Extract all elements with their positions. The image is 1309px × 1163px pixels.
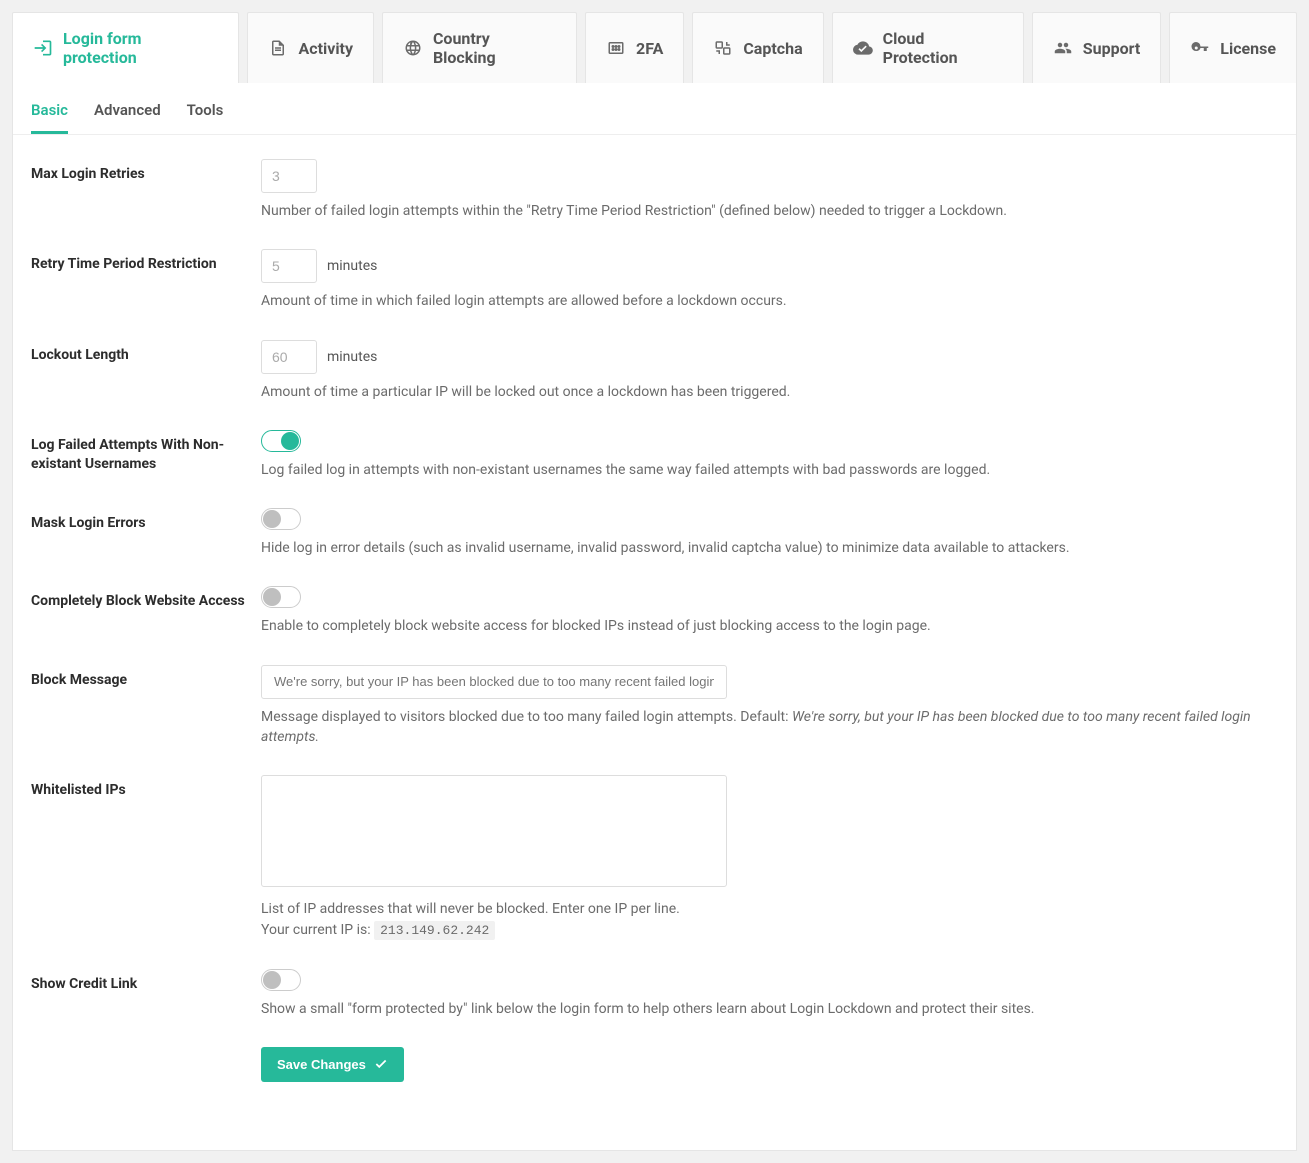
login-icon [33, 38, 53, 58]
hint-mask-login-errors: Hide log in error details (such as inval… [261, 538, 1278, 558]
tab-label: License [1220, 39, 1276, 58]
document-icon [268, 38, 288, 58]
label-lockout-length: Lockout Length [31, 340, 261, 365]
key-icon [1190, 38, 1210, 58]
label-whitelisted-ips: Whitelisted IPs [31, 775, 261, 800]
captcha-icon [713, 38, 733, 58]
label-mask-login-errors: Mask Login Errors [31, 508, 261, 533]
hint-show-credit-link: Show a small "form protected by" link be… [261, 999, 1278, 1019]
support-icon [1053, 38, 1073, 58]
input-retry-time-period[interactable] [261, 249, 317, 283]
tab-label: 2FA [636, 39, 663, 58]
tab-support[interactable]: Support [1032, 12, 1162, 83]
sub-tab-advanced[interactable]: Advanced [94, 101, 161, 134]
label-completely-block: Completely Block Website Access [31, 586, 261, 611]
label-show-credit-link: Show Credit Link [31, 969, 261, 994]
tab-label: Captcha [743, 39, 802, 58]
hint-lockout-length: Amount of time a particular IP will be l… [261, 382, 1278, 402]
hint-log-failed-nonexistant: Log failed log in attempts with non-exis… [261, 460, 1278, 480]
toggle-log-failed-nonexistant[interactable] [261, 430, 301, 452]
tab-label: Country Blocking [433, 29, 556, 67]
input-lockout-length[interactable] [261, 340, 317, 374]
keypad-icon [606, 38, 626, 58]
tab-label: Activity [298, 39, 353, 58]
save-button[interactable]: Save Changes [261, 1047, 404, 1082]
hint-whitelisted-ips: List of IP addresses that will never be … [261, 899, 1278, 940]
label-max-login-retries: Max Login Retries [31, 159, 261, 184]
tab-2fa[interactable]: 2FA [585, 12, 684, 83]
tab-cloud-protection[interactable]: Cloud Protection [832, 12, 1024, 83]
tab-label: Cloud Protection [883, 29, 1003, 67]
tab-label: Support [1083, 39, 1141, 58]
label-block-message: Block Message [31, 665, 261, 690]
sub-tab-tools[interactable]: Tools [187, 101, 224, 134]
hint-block-message: Message displayed to visitors blocked du… [261, 707, 1278, 748]
checkmark-icon [374, 1057, 388, 1071]
globe-icon [403, 38, 423, 58]
toggle-show-credit-link[interactable] [261, 969, 301, 991]
textarea-whitelisted-ips[interactable] [261, 775, 727, 887]
tab-login-form-protection[interactable]: Login form protection [12, 12, 239, 83]
hint-retry-time-period: Amount of time in which failed login att… [261, 291, 1278, 311]
current-ip: 213.149.62.242 [374, 921, 495, 940]
tab-captcha[interactable]: Captcha [692, 12, 823, 83]
cloud-check-icon [853, 38, 873, 58]
sub-tab-basic[interactable]: Basic [31, 101, 68, 134]
toggle-mask-login-errors[interactable] [261, 508, 301, 530]
tab-activity[interactable]: Activity [247, 12, 374, 83]
input-block-message[interactable] [261, 665, 727, 699]
unit-minutes: minutes [327, 349, 377, 365]
toggle-completely-block[interactable] [261, 586, 301, 608]
hint-completely-block: Enable to completely block website acces… [261, 616, 1278, 636]
unit-minutes: minutes [327, 258, 377, 274]
tab-license[interactable]: License [1169, 12, 1297, 83]
tab-country-blocking[interactable]: Country Blocking [382, 12, 577, 83]
hint-max-login-retries: Number of failed login attempts within t… [261, 201, 1278, 221]
input-max-login-retries[interactable] [261, 159, 317, 193]
label-retry-time-period: Retry Time Period Restriction [31, 249, 261, 274]
label-log-failed-nonexistant: Log Failed Attempts With Non-existant Us… [31, 430, 261, 474]
tab-label: Login form protection [63, 29, 218, 67]
